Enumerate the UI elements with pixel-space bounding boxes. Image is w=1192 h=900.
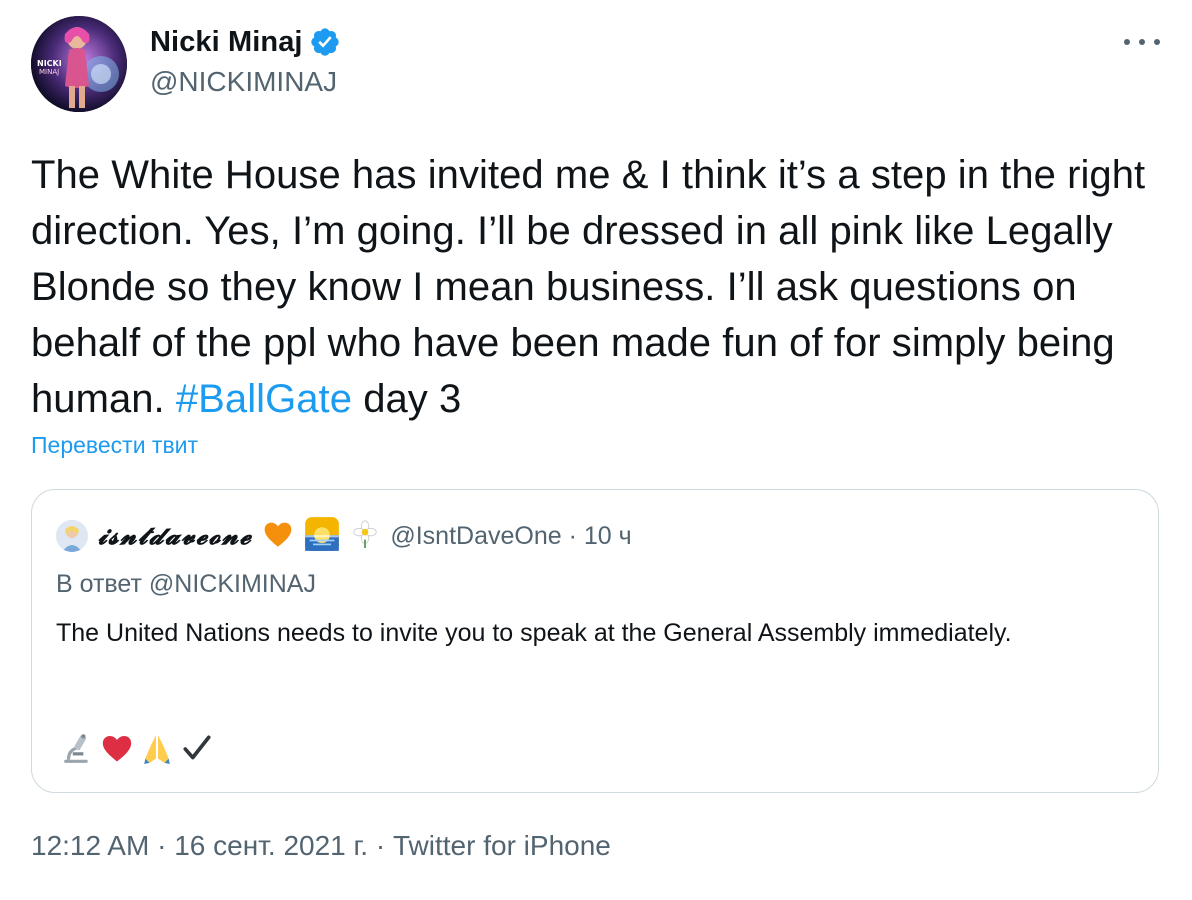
quoted-handle-time: @IsntDaveOne · 10 ч — [390, 522, 631, 551]
white-flower-icon — [350, 519, 380, 554]
profile-photo-icon — [56, 520, 88, 552]
tweet-time[interactable]: 12:12 AM — [31, 830, 149, 861]
tweet-text: The White House has invited me & I think… — [31, 147, 1161, 427]
ellipsis-icon[interactable] — [1124, 30, 1160, 54]
quoted-emoji-row — [60, 732, 220, 768]
profile-photo-icon: NICKI MINAJ — [31, 16, 127, 112]
tweet-date[interactable]: 16 сент. 2021 г. — [174, 830, 368, 861]
separator-dot: · — [157, 830, 167, 861]
author-handle[interactable]: @NICKIMINAJ — [150, 66, 337, 98]
quoted-author-name: 𝓲𝓼𝓷𝓽𝓭𝓪𝓿𝓮𝓸𝓷𝓮 — [98, 521, 253, 550]
quoted-author-avatar — [56, 520, 88, 552]
ellipsis-dot — [1139, 39, 1145, 45]
ellipsis-dot — [1124, 39, 1130, 45]
author-display-name[interactable]: Nicki Minaj — [150, 26, 303, 59]
orange-heart-icon — [262, 518, 294, 555]
folded-hands-icon — [140, 731, 174, 770]
verified-badge-icon — [309, 26, 341, 58]
sunrise-icon — [304, 516, 340, 557]
ellipsis-dot — [1154, 39, 1160, 45]
reply-to-label: В ответ @NICKIMINAJ — [56, 570, 316, 598]
red-heart-icon — [100, 731, 134, 770]
quoted-tweet-card[interactable]: 𝓲𝓼𝓷𝓽𝓭𝓪𝓿𝓮𝓸𝓷𝓮 @IsntDaveOne · 10 ч В ответ … — [31, 489, 1159, 793]
quoted-tweet-header: 𝓲𝓼𝓷𝓽𝓭𝓪𝓿𝓮𝓸𝓷𝓮 @IsntDaveOne · 10 ч — [56, 516, 632, 557]
tweet-source[interactable]: Twitter for iPhone — [393, 830, 611, 861]
quoted-author-handle[interactable]: @IsntDaveOne — [390, 522, 561, 550]
avatar-text: NICKI — [37, 59, 62, 68]
hashtag-link[interactable]: #BallGate — [176, 377, 352, 421]
microscope-icon — [60, 731, 94, 770]
author-avatar[interactable]: NICKI MINAJ — [31, 16, 127, 112]
check-mark-icon — [180, 731, 214, 770]
quoted-tweet-text: The United Nations needs to invite you t… — [56, 619, 1012, 647]
translate-tweet-link[interactable]: Перевести твит — [31, 432, 198, 459]
separator-dot: · — [568, 521, 577, 550]
author-name-row[interactable]: Nicki Minaj — [150, 24, 341, 60]
avatar-text: MINAJ — [39, 68, 59, 76]
tweet: NICKI MINAJ Nicki Minaj @NICKIMINAJ The … — [0, 0, 1192, 900]
tweet-timestamp-row: 12:12 AM · 16 сент. 2021 г. · Twitter fo… — [31, 830, 611, 862]
quoted-tweet-time[interactable]: 10 ч — [584, 522, 632, 550]
separator-dot: · — [375, 830, 386, 861]
tweet-text-tail: day 3 — [363, 377, 462, 421]
